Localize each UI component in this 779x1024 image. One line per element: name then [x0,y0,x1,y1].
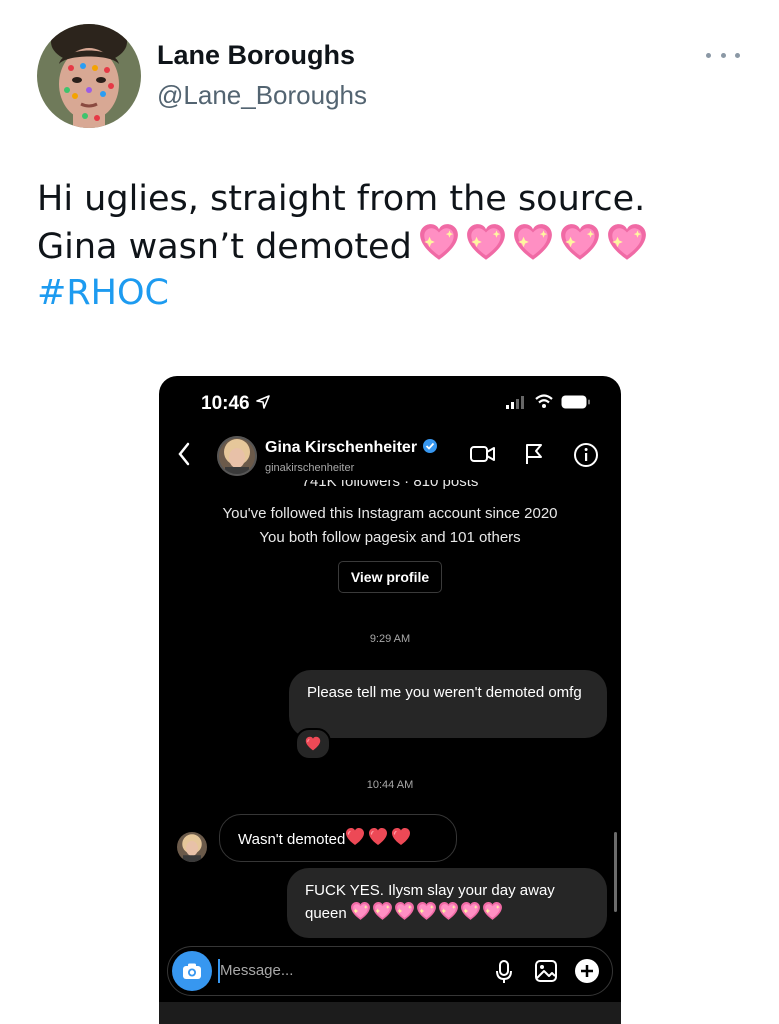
message-bubble-outgoing[interactable]: FUCK YES. Ilysm slay your day away queen [287,868,607,938]
back-chevron-icon[interactable] [177,442,191,471]
sparkling-heart-icon [460,901,481,922]
sparkling-heart-icon [438,901,459,922]
mutual-followers: You both follow pagesix and 101 others [259,529,521,546]
message-input[interactable]: Message... [220,962,293,979]
sparkling-heart-icon [418,222,460,264]
gallery-icon[interactable] [534,959,558,988]
message-composer[interactable]: Message... [167,946,613,996]
message-timestamp: 10:44 AM [366,779,414,791]
followed-since: You've followed this Instagram account s… [222,505,558,522]
message-bubble-incoming[interactable]: Wasn't demoted [219,814,457,862]
contact-avatar-small[interactable] [177,832,207,862]
profile-stats: 741K followers · 810 posts [301,480,479,490]
cellular-signal-icon [506,395,524,409]
message-bubble-outgoing[interactable]: Please tell me you weren't demoted omfg [289,670,607,738]
sparkling-heart-icon [559,222,601,264]
battery-icon [561,395,590,408]
sparkling-heart-icon [512,222,554,264]
sparkling-heart-icon [350,901,371,922]
red-hearts-emoji [345,827,411,847]
sparkling-hearts-emoji [350,901,503,922]
author-name[interactable]: Lane Boroughs [157,40,355,71]
hashtag-link[interactable]: #RHOC [37,270,737,316]
tweet-text-line-1: Hi uglies, straight from the source. [37,179,646,219]
red-heart-icon [345,827,365,847]
more-options-icon[interactable] [706,45,740,65]
sparkling-hearts-emoji [418,222,648,264]
video-call-icon[interactable] [469,442,497,471]
contact-name[interactable]: Gina Kirschenheiter [265,438,438,457]
author-avatar[interactable] [37,24,141,128]
microphone-icon[interactable] [494,959,514,990]
sparkling-heart-icon [465,222,507,264]
sparkling-heart-icon [372,901,393,922]
verified-badge-icon [422,439,437,453]
scrollbar[interactable] [614,832,617,912]
status-time: 10:46 [201,393,271,415]
bottom-bar [159,1002,621,1024]
red-heart-icon [391,827,411,847]
sparkling-heart-icon [482,901,503,922]
camera-button[interactable] [172,951,212,991]
sparkling-heart-icon [394,901,415,922]
status-icons [505,394,591,409]
reaction-heart[interactable] [295,728,331,760]
contact-username: ginakirschenheiter [265,462,355,474]
view-profile-button[interactable]: View profile [338,561,442,593]
tweet-text: Hi uglies, straight from the source. Gin… [37,176,737,316]
sparkling-heart-icon [416,901,437,922]
contact-avatar[interactable] [217,436,257,476]
red-heart-icon [368,827,388,847]
info-icon[interactable] [573,442,599,473]
author-handle[interactable]: @Lane_Boroughs [157,80,367,111]
message-timestamp: 9:29 AM [369,633,411,645]
sparkling-heart-icon [606,222,648,264]
embedded-screenshot[interactable]: 10:46 Gina Kirschenheiter ginakirschenhe… [159,376,621,1024]
camera-icon [183,963,201,979]
wifi-icon [535,394,553,408]
add-plus-icon[interactable] [574,958,600,989]
message-text: Wasn't demoted [238,831,346,848]
flag-icon[interactable] [523,442,545,471]
tweet-text-line-2: Gina wasn’t demoted [37,227,412,267]
location-arrow-icon [256,395,270,409]
